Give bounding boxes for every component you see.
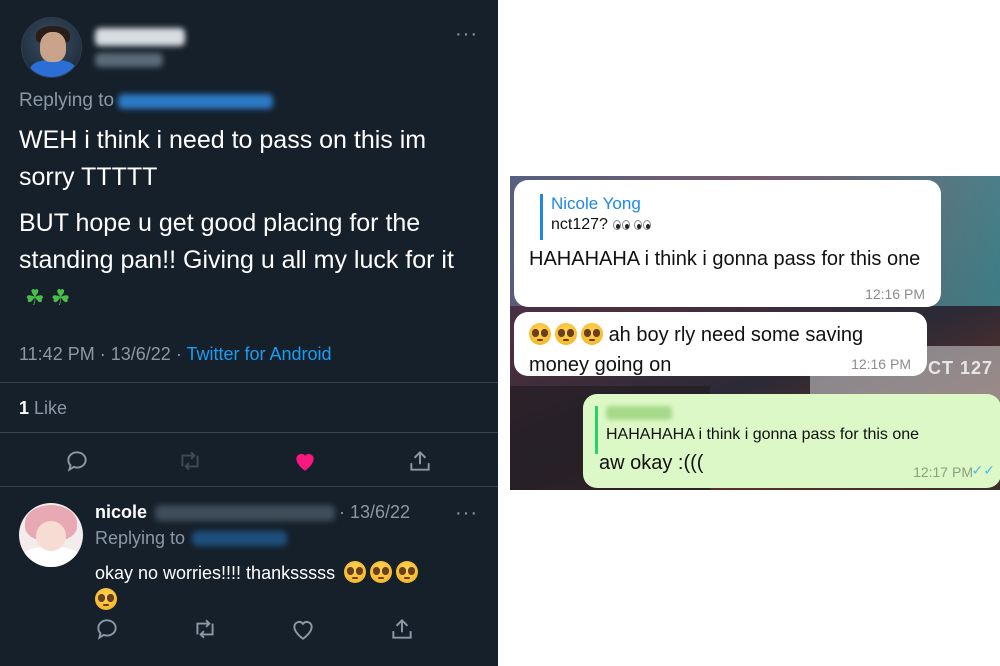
tweet-text-continued: BUT hope u get good placing for the stan… [19,205,484,316]
quoted-author: Nicole Yong [551,194,641,213]
outgoing-message-bubble[interactable]: HAHAHAHA i think i gonna pass for this o… [583,394,1000,488]
quoted-text: HAHAHAHA i think i gonna pass for this o… [606,426,920,443]
eyes-icon [612,216,652,234]
twitter-thread-panel: ··· Replying to WEH i think i need to pa… [0,0,498,666]
read-receipt-icon: ✓✓ [971,462,995,478]
pleading-face-icon [95,588,117,610]
share-icon[interactable] [405,446,435,476]
message-text: aw okay :((( [599,452,704,474]
replying-to-label: Replying to [19,90,115,111]
tweet-text: WEH i think i need to pass on this im so… [19,126,427,191]
tweet-author-avatar[interactable] [21,17,82,78]
heart-icon[interactable] [288,614,318,644]
redacted-quoted-author [606,406,672,420]
pleading-face-icon [396,561,419,583]
pleading-face-icon [581,323,603,345]
incoming-message-bubble[interactable]: ah boy rly need some saving money going … [514,312,927,376]
reply-date: · 13/6/22 [339,502,411,522]
four-leaf-clover-icon: ☘ [25,285,45,310]
reply-icon[interactable] [62,446,92,476]
message-time: 12:17 PM [913,464,973,480]
redacted-username [95,53,163,67]
message-text: HAHAHAHA i think i gonna pass for this o… [529,248,921,270]
quoted-message[interactable]: Nicole Yong nct127? [540,194,652,240]
pleading-face-icon [370,561,393,583]
divider [0,432,498,433]
redacted-display-name [95,28,185,46]
tweet-time: 11:42 PM [19,344,95,364]
reply-author-name[interactable]: nicole [95,502,147,523]
four-leaf-clover-icon: ☘ [50,285,71,310]
quoted-message[interactable]: HAHAHAHA i think i gonna pass for this o… [595,406,919,454]
heart-icon-liked[interactable] [290,446,320,476]
more-options-icon[interactable]: ··· [455,24,478,44]
reply-author-avatar[interactable] [19,503,83,567]
redacted-replying-to-handle[interactable] [192,531,287,546]
tweet-date: 13/6/22 [110,344,171,364]
message-time: 12:16 PM [865,286,925,302]
pleading-face-icon [555,323,577,345]
pleading-face-icon [529,323,551,345]
quoted-text: nct127? [551,216,652,234]
tweet-source-link[interactable]: Twitter for Android [186,344,331,364]
divider [0,486,498,487]
reply-text: okay no worries!!!! thanksssss [95,560,475,614]
retweet-icon[interactable] [175,446,205,476]
whatsapp-chat-panel: CT 127 Nicole Yong nct127? HAHAHAHA i th… [510,176,1000,490]
more-options-icon[interactable]: ··· [455,503,478,523]
wallpaper-text: CT 127 [928,358,994,378]
likes-count[interactable]: 1 Like [19,398,67,419]
pleading-face-icon [344,561,367,583]
replying-to-label: Replying to [95,528,186,548]
divider [0,382,498,383]
incoming-message-bubble[interactable]: Nicole Yong nct127? HAHAHAHA i think i g… [514,180,941,307]
retweet-icon[interactable] [190,614,220,644]
redacted-reply-handle [155,505,335,521]
tweet-metadata: 11:42 PM · 13/6/22 · Twitter for Android [19,344,332,364]
message-time: 12:16 PM [851,356,911,372]
redacted-replying-to-handle[interactable] [118,94,273,109]
reply-icon[interactable] [92,614,122,644]
share-icon[interactable] [387,614,417,644]
